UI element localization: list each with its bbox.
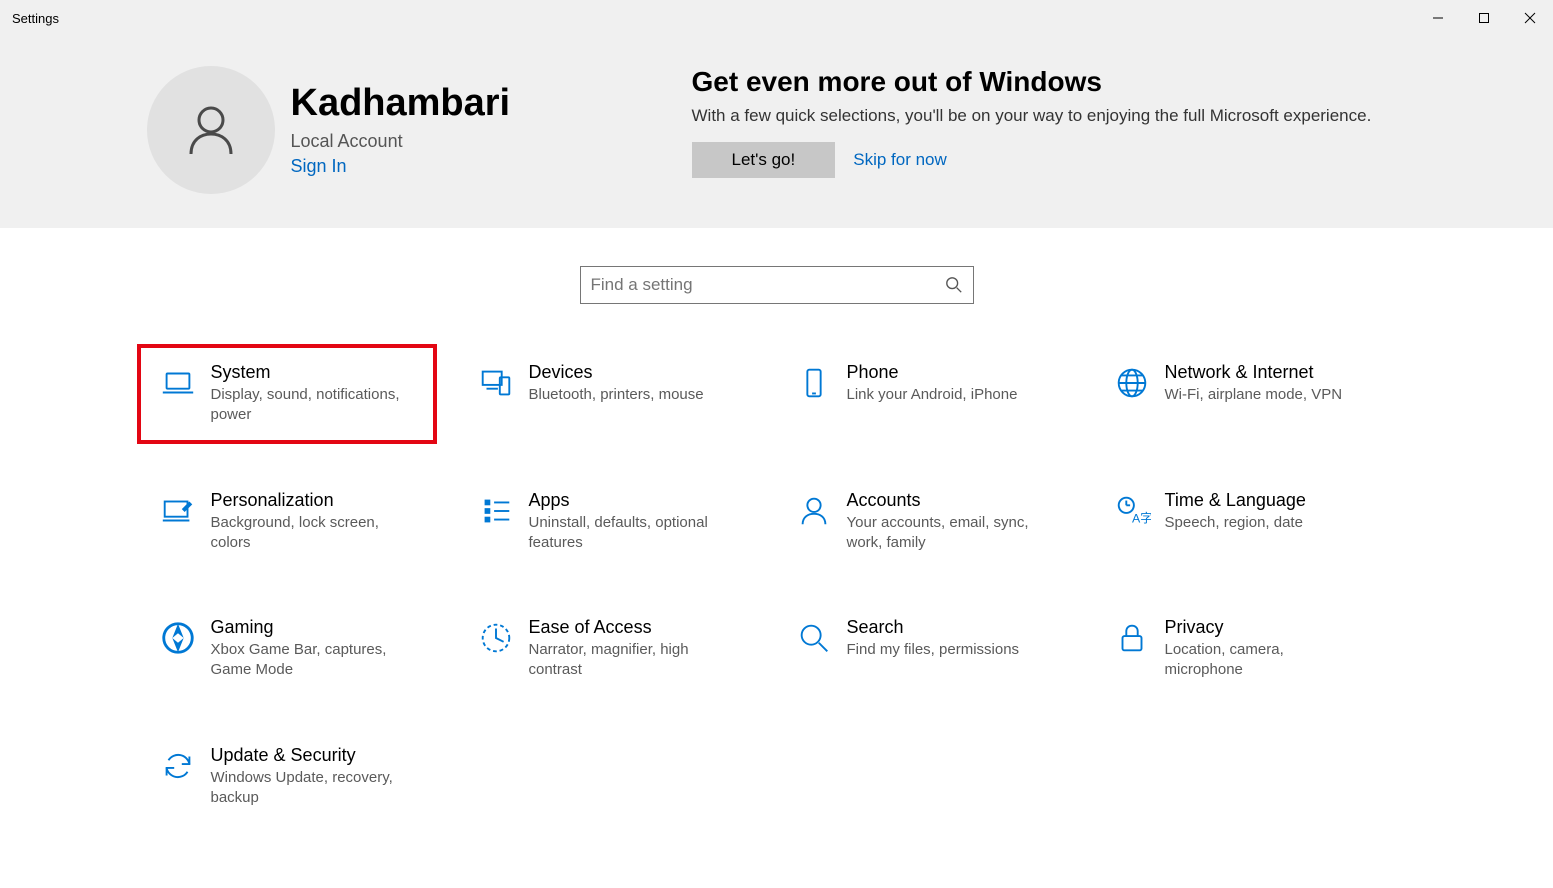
sign-in-link[interactable]: Sign In [291, 156, 511, 177]
tile-update-security[interactable]: Update & SecurityWindows Update, recover… [137, 727, 437, 827]
window-title: Settings [0, 11, 1415, 26]
user-block: Kadhambari Local Account Sign In [147, 66, 692, 194]
search-icon [945, 276, 963, 294]
tile-desc: Windows Update, recovery, backup [211, 768, 411, 809]
tile-phone[interactable]: PhoneLink your Android, iPhone [773, 344, 1073, 444]
tile-desc: Link your Android, iPhone [847, 385, 1047, 405]
tile-desc: Xbox Game Bar, captures, Game Mode [211, 640, 411, 681]
tile-title: Devices [529, 362, 741, 383]
tile-gaming[interactable]: GamingXbox Game Bar, captures, Game Mode [137, 599, 437, 699]
maximize-icon [1478, 12, 1490, 24]
tile-devices[interactable]: DevicesBluetooth, printers, mouse [455, 344, 755, 444]
devices-icon [469, 362, 523, 426]
maximize-button[interactable] [1461, 0, 1507, 36]
tile-title: Time & Language [1165, 490, 1377, 511]
time-lang-icon: A字 [1105, 490, 1159, 554]
tile-system[interactable]: SystemDisplay, sound, notifications, pow… [137, 344, 437, 444]
tile-title: Ease of Access [529, 617, 741, 638]
tile-desc: Narrator, magnifier, high contrast [529, 640, 729, 681]
settings-tiles: SystemDisplay, sound, notifications, pow… [137, 334, 1417, 866]
tile-personalization[interactable]: PersonalizationBackground, lock screen, … [137, 472, 437, 572]
close-button[interactable] [1507, 0, 1553, 36]
laptop-icon [151, 362, 205, 426]
tile-title: Privacy [1165, 617, 1377, 638]
tile-title: Gaming [211, 617, 423, 638]
window-controls [1415, 0, 1553, 36]
tile-search[interactable]: SearchFind my files, permissions [773, 599, 1073, 699]
tile-title: Accounts [847, 490, 1059, 511]
promo-title: Get even more out of Windows [692, 66, 1407, 98]
person-icon [179, 98, 243, 162]
tile-desc: Your accounts, email, sync, work, family [847, 513, 1047, 554]
tile-title: Apps [529, 490, 741, 511]
tile-desc: Bluetooth, printers, mouse [529, 385, 729, 405]
search-wrap [0, 228, 1553, 334]
user-name: Kadhambari [291, 83, 511, 125]
search-icon [787, 617, 841, 681]
tile-privacy[interactable]: PrivacyLocation, camera, microphone [1091, 599, 1391, 699]
tile-accounts[interactable]: AccountsYour accounts, email, sync, work… [773, 472, 1073, 572]
tile-title: Update & Security [211, 745, 423, 766]
tile-title: System [211, 362, 423, 383]
tile-title: Search [847, 617, 1059, 638]
titlebar: Settings [0, 0, 1553, 36]
svg-text:A字: A字 [1132, 510, 1151, 525]
header-area: Kadhambari Local Account Sign In Get eve… [0, 36, 1553, 228]
ease-icon [469, 617, 523, 681]
tile-desc: Background, lock screen, colors [211, 513, 411, 554]
tile-desc: Find my files, permissions [847, 640, 1047, 660]
account-type: Local Account [291, 131, 511, 152]
update-icon [151, 745, 205, 809]
close-icon [1524, 12, 1536, 24]
gaming-icon [151, 617, 205, 681]
globe-icon [1105, 362, 1159, 426]
lets-go-button[interactable]: Let's go! [692, 142, 836, 178]
tile-apps[interactable]: AppsUninstall, defaults, optional featur… [455, 472, 755, 572]
minimize-icon [1432, 12, 1444, 24]
privacy-icon [1105, 617, 1159, 681]
promo-block: Get even more out of Windows With a few … [692, 66, 1407, 194]
tile-title: Phone [847, 362, 1059, 383]
search-box[interactable] [580, 266, 974, 304]
personalize-icon [151, 490, 205, 554]
tile-title: Personalization [211, 490, 423, 511]
tile-desc: Uninstall, defaults, optional features [529, 513, 729, 554]
tile-desc: Wi-Fi, airplane mode, VPN [1165, 385, 1365, 405]
person-icon [787, 490, 841, 554]
apps-icon [469, 490, 523, 554]
minimize-button[interactable] [1415, 0, 1461, 36]
avatar[interactable] [147, 66, 275, 194]
tile-desc: Display, sound, notifications, power [211, 385, 411, 426]
promo-desc: With a few quick selections, you'll be o… [692, 104, 1407, 128]
phone-icon [787, 362, 841, 426]
search-input[interactable] [591, 275, 945, 295]
tile-ease-of-access[interactable]: Ease of AccessNarrator, magnifier, high … [455, 599, 755, 699]
tile-desc: Location, camera, microphone [1165, 640, 1365, 681]
tile-title: Network & Internet [1165, 362, 1377, 383]
tile-network-internet[interactable]: Network & InternetWi-Fi, airplane mode, … [1091, 344, 1391, 444]
tile-desc: Speech, region, date [1165, 513, 1365, 533]
skip-link[interactable]: Skip for now [853, 150, 947, 170]
tile-time-language[interactable]: A字 Time & LanguageSpeech, region, date [1091, 472, 1391, 572]
